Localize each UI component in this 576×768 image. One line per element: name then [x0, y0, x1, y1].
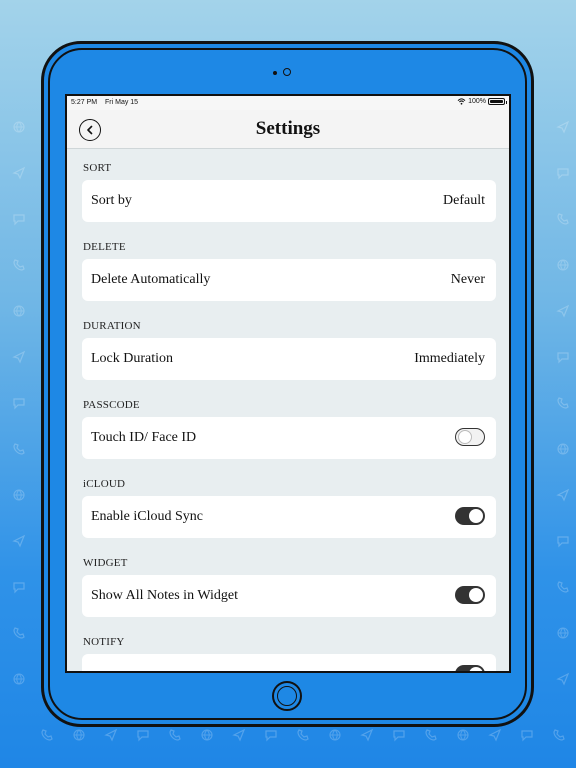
- send-icon: [556, 304, 570, 318]
- phone-icon: [556, 396, 570, 410]
- row-value: Never: [450, 272, 485, 287]
- phone-icon: [12, 442, 26, 456]
- phone-icon: [12, 258, 26, 272]
- app-screen: 5:27 PM Fri May 15 100% Settings SORT So…: [65, 94, 511, 673]
- battery-icon: [488, 98, 507, 105]
- row-label: Delete Automatically: [91, 272, 211, 287]
- globe-icon: [72, 728, 86, 742]
- send-icon: [556, 120, 570, 134]
- chat-bubble-icon: [12, 580, 26, 594]
- globe-icon: [556, 258, 570, 272]
- phone-icon: [556, 212, 570, 226]
- nav-bar: Settings: [67, 110, 509, 149]
- chat-bubble-icon: [520, 728, 534, 742]
- globe-icon: [12, 120, 26, 134]
- touch-id-toggle[interactable]: [455, 428, 485, 446]
- send-icon: [556, 488, 570, 502]
- send-icon: [12, 350, 26, 364]
- row-icloud-sync: Enable iCloud Sync: [82, 496, 496, 538]
- row-label: Lock Duration: [91, 351, 174, 366]
- globe-icon: [12, 488, 26, 502]
- chat-bubble-icon: [556, 534, 570, 548]
- home-button: [272, 681, 302, 711]
- section-header-passcode: PASSCODE: [83, 399, 140, 411]
- send-icon: [232, 728, 246, 742]
- phone-icon: [424, 728, 438, 742]
- row-label: Touch ID/ Face ID: [91, 430, 197, 445]
- row-value: Immediately: [414, 351, 485, 366]
- row-notify: [82, 654, 496, 671]
- chat-bubble-icon: [392, 728, 406, 742]
- status-bar: 5:27 PM Fri May 15 100%: [67, 96, 509, 110]
- send-icon: [12, 534, 26, 548]
- section-header-icloud: iCLOUD: [83, 478, 126, 490]
- row-sort-by[interactable]: Sort by Default: [82, 180, 496, 222]
- section-header-delete: DELETE: [83, 241, 126, 253]
- send-icon: [360, 728, 374, 742]
- sensor-dot: [273, 71, 277, 75]
- chat-bubble-icon: [264, 728, 278, 742]
- section-header-sort: SORT: [83, 162, 112, 174]
- phone-icon: [556, 580, 570, 594]
- battery-percent: 100%: [468, 98, 486, 105]
- row-delete-automatically[interactable]: Delete Automatically Never: [82, 259, 496, 301]
- row-label: Sort by: [91, 193, 132, 208]
- send-icon: [488, 728, 502, 742]
- wifi-icon: [457, 98, 466, 105]
- globe-icon: [12, 304, 26, 318]
- row-widget-notes: Show All Notes in Widget: [82, 575, 496, 617]
- globe-icon: [200, 728, 214, 742]
- section-header-duration: DURATION: [83, 320, 141, 332]
- chat-bubble-icon: [556, 350, 570, 364]
- row-label: Enable iCloud Sync: [91, 509, 203, 524]
- phone-icon: [168, 728, 182, 742]
- toggle-knob: [469, 509, 483, 523]
- globe-icon: [456, 728, 470, 742]
- send-icon: [12, 166, 26, 180]
- section-header-widget: WIDGET: [83, 557, 128, 569]
- row-label: Show All Notes in Widget: [91, 588, 238, 603]
- chat-bubble-icon: [556, 166, 570, 180]
- phone-icon: [296, 728, 310, 742]
- toggle-knob: [458, 430, 472, 444]
- globe-icon: [12, 672, 26, 686]
- toggle-knob: [469, 667, 483, 671]
- widget-toggle[interactable]: [455, 586, 485, 604]
- globe-icon: [328, 728, 342, 742]
- row-value: Default: [443, 193, 485, 208]
- phone-icon: [40, 728, 54, 742]
- icloud-sync-toggle[interactable]: [455, 507, 485, 525]
- row-touch-id: Touch ID/ Face ID: [82, 417, 496, 459]
- phone-icon: [12, 626, 26, 640]
- globe-icon: [556, 442, 570, 456]
- send-icon: [104, 728, 118, 742]
- status-time: 5:27 PM: [71, 99, 98, 106]
- status-date: Fri May 15: [105, 99, 139, 106]
- send-icon: [556, 672, 570, 686]
- toggle-knob: [469, 588, 483, 602]
- status-right: 100%: [457, 98, 507, 105]
- chat-bubble-icon: [12, 212, 26, 226]
- phone-icon: [552, 728, 566, 742]
- globe-icon: [556, 626, 570, 640]
- notify-toggle[interactable]: [455, 665, 485, 671]
- front-camera: [283, 68, 291, 76]
- page-title: Settings: [255, 118, 321, 139]
- chat-bubble-icon: [136, 728, 150, 742]
- section-header-notify: NOTIFY: [83, 636, 125, 648]
- chat-bubble-icon: [12, 396, 26, 410]
- row-lock-duration[interactable]: Lock Duration Immediately: [82, 338, 496, 380]
